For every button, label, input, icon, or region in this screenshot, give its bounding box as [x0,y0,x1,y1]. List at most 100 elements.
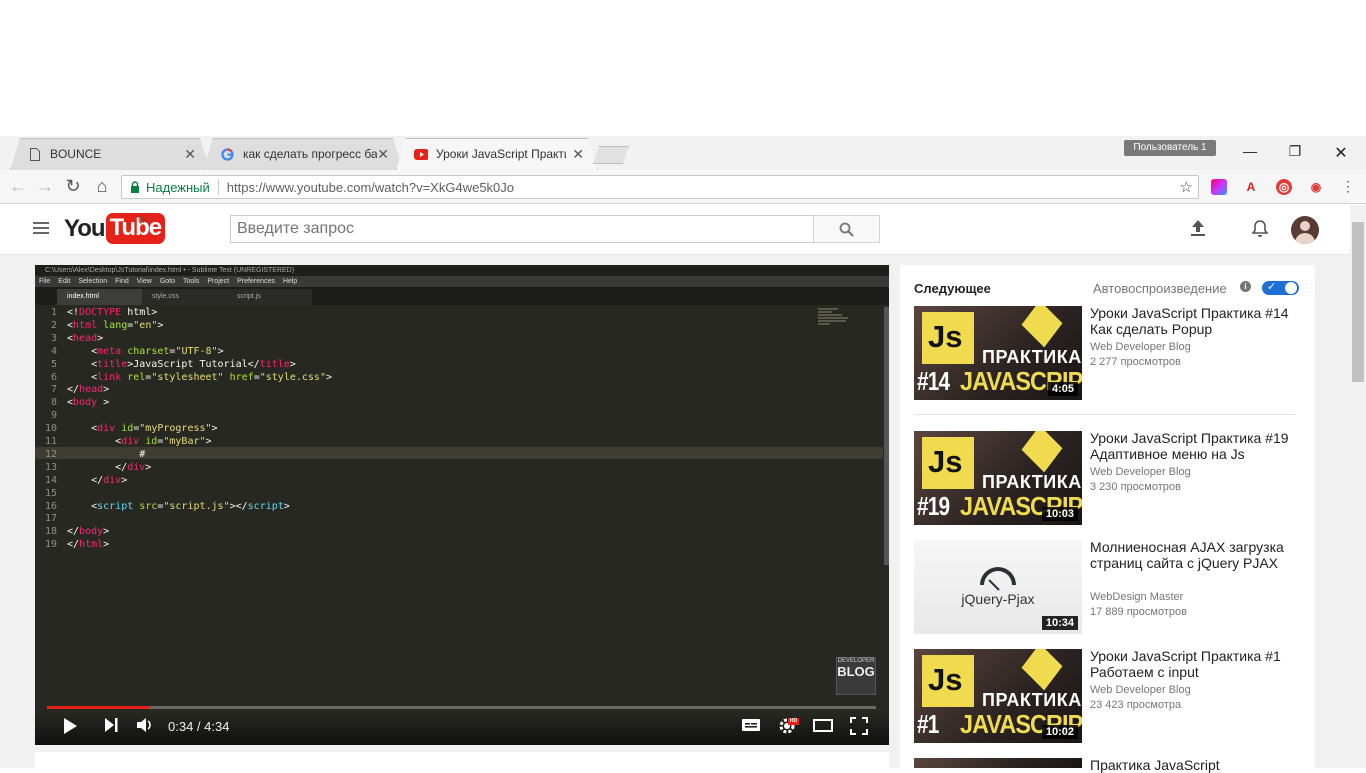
document-icon [28,147,42,161]
code-line: <body > [67,397,110,409]
back-icon[interactable]: ← [8,176,28,197]
code-line: <div id="myProgress"> [67,423,218,435]
code-line: </div> [67,474,128,486]
play-icon[interactable] [62,717,78,740]
search-input[interactable] [230,215,814,243]
address-bar[interactable]: Надежный https://www.youtube.com/watch?v… [121,175,1199,199]
editor-tab: index.html [57,289,142,305]
acrobat-icon[interactable]: A [1243,179,1259,195]
volume-icon[interactable] [136,717,154,738]
close-icon[interactable]: ✕ [377,146,389,163]
video-views: 3 230 просмотров [1090,481,1181,493]
video-views: 23 423 просмотра [1090,699,1182,711]
up-next-heading: Следующее [914,281,991,296]
scrollbar-thumb[interactable] [1352,222,1364,382]
duration-badge: 10:34 [1041,616,1078,630]
video-title[interactable]: Молниеносная AJAX загрузка страниц сайта… [1090,539,1305,571]
js-logo: Js [922,655,974,707]
code-line: <link rel="stylesheet" href="style.css"> [67,371,332,383]
thumb-praktika: ПРАКТИКА [982,690,1082,710]
video-thumbnail[interactable]: jQuery-Pjax 10:34 [914,540,1082,634]
upload-icon[interactable] [1190,219,1206,242]
video-thumbnail[interactable]: Js ПРАКТИКА #1 JAVASCRIPT 10:02 [914,649,1082,743]
video-thumbnail[interactable]: Js ПРАКТИКА #14 JAVASCRIPT 4:05 [914,306,1082,400]
menu-dots-icon[interactable]: ⋮ [1338,178,1358,195]
next-video-icon[interactable] [103,717,119,738]
js-cube-icon [1021,649,1063,691]
progress-bar-fill [47,706,150,709]
line-number: 5 [50,358,57,370]
video-thumbnail[interactable]: Js ПРАКТИКА #19 JAVASCRIPT 10:03 [914,431,1082,525]
avatar[interactable] [1291,216,1319,244]
secure-indicator[interactable]: Надежный [130,180,210,195]
line-number: 17 [44,513,57,525]
fullscreen-icon[interactable] [850,717,868,740]
close-window-icon[interactable]: ✕ [1331,143,1351,162]
hamburger-menu-icon[interactable] [33,222,49,236]
close-icon[interactable]: ✕ [184,146,196,163]
js-logo: Js [922,312,974,364]
video-channel[interactable]: Web Developer Blog [1090,466,1191,478]
js-cube-icon [1021,431,1063,473]
video-info-panel [35,752,889,768]
video-thumbnail[interactable] [914,758,1082,768]
code-line: </html> [67,539,110,551]
line-number: 3 [50,332,57,344]
close-icon[interactable]: ✕ [572,146,584,163]
target-icon[interactable]: ◉ [1308,179,1324,195]
line-number: 19 [44,539,57,551]
star-icon[interactable]: ☆ [1180,178,1193,196]
video-title[interactable]: Уроки JavaScript Практика #14 Как сделат… [1090,305,1305,337]
bell-icon[interactable] [1251,219,1269,243]
video-views: 17 889 просмотров [1090,606,1187,618]
line-number: 7 [50,384,57,396]
video-title[interactable]: Уроки JavaScript Практика #19 Адаптивное… [1090,430,1305,462]
video-title[interactable]: Практика JavaScript [1090,757,1305,773]
line-number: 8 [50,397,57,409]
tab-bounce[interactable]: BOUNCE ✕ [10,138,210,170]
thumb-praktika: ПРАКТИКА [982,472,1082,492]
code-line: <!DOCTYPE html> [67,307,158,318]
tab-youtube[interactable]: Уроки JavaScript Практи ✕ [396,138,598,170]
extension-gradient-icon[interactable] [1211,179,1227,195]
minimize-icon[interactable]: — [1240,143,1260,161]
profile-badge[interactable]: Пользователь 1 [1124,140,1216,156]
editor-menu-item: Selection [78,278,108,285]
restore-icon[interactable]: ❐ [1285,143,1305,161]
video-channel[interactable]: Web Developer Blog [1090,684,1191,696]
editor-menu-item: Goto [159,278,175,285]
code-area: 1 2 3 4 5 6 7 8 9 10 11 12 13 14 15 16 1… [35,307,883,707]
editor-tabs: index.html style.css script.js [35,287,889,305]
subtitles-icon[interactable] [741,717,761,738]
forward-icon[interactable]: → [35,176,55,197]
instagram-icon[interactable]: ◎ [1276,179,1292,195]
js-cube-icon [1021,306,1063,348]
editor-menu-item: Find [115,278,129,285]
tab-google[interactable]: как сделать прогресс ба ✕ [203,138,403,170]
youtube-icon [414,147,428,161]
line-number: 1 [50,307,57,318]
search-button[interactable] [813,215,880,243]
line-number: 16 [44,500,57,512]
time-display: 0:34 / 4:34 [168,719,230,734]
secure-label: Надежный [146,179,210,195]
duration-badge: 4:05 [1047,382,1078,396]
progress-bar[interactable] [47,706,876,709]
new-tab-button[interactable] [593,146,629,164]
thumb-number: #14 [917,366,950,396]
line-number: 18 [44,526,57,538]
theater-mode-icon[interactable] [813,717,833,738]
lock-icon [131,181,139,193]
home-icon[interactable]: ⌂ [92,176,112,197]
thumb-number: #1 [917,709,939,739]
video-channel[interactable]: WebDesign Master [1090,591,1183,603]
editor-menu-item: Project [207,278,230,285]
developer-blog-watermark: DEVELOPER BLOG [836,657,876,695]
video-channel[interactable]: Web Developer Blog [1090,341,1191,353]
code-line: </div> [67,461,152,473]
reload-icon[interactable]: ↻ [63,176,83,197]
video-title[interactable]: Уроки JavaScript Практика #1 Работаем с … [1090,648,1305,680]
video-player[interactable]: C:\Users\Alex\Desktop\JsTutorial\index.h… [35,265,889,745]
info-icon[interactable]: i [1240,281,1251,292]
code-line: <script src="script.js"></script> [67,500,290,512]
